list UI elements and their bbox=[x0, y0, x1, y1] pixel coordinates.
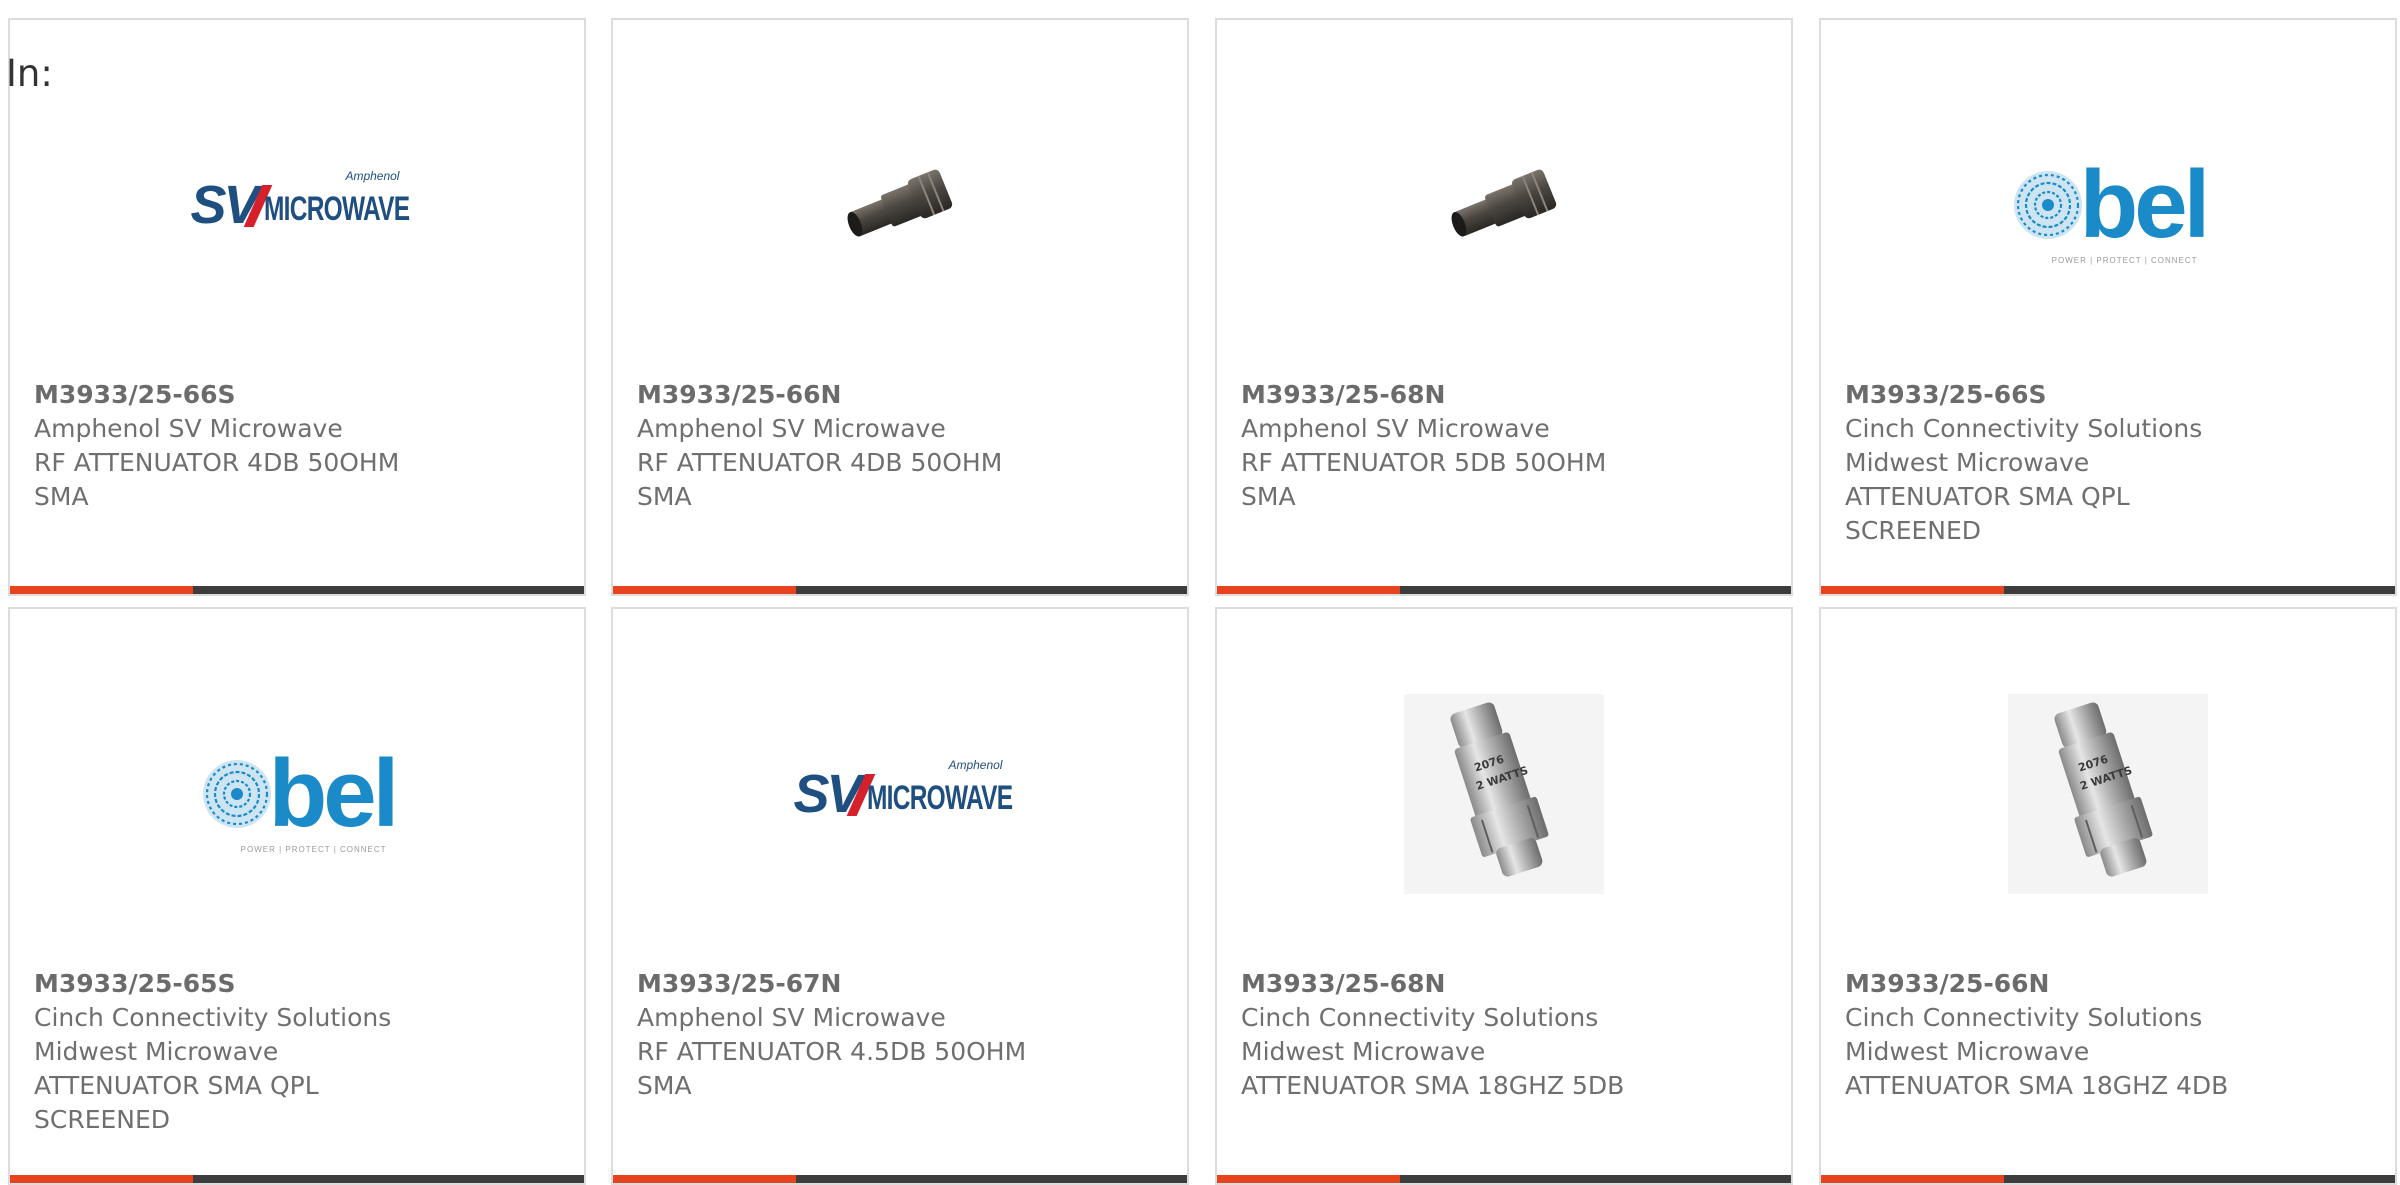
part-number[interactable]: M3933/25-65S bbox=[34, 967, 566, 1001]
product-image[interactable]: bel POWER | PROTECT | CONNECT bbox=[10, 669, 584, 919]
sub-manufacturer: Midwest Microwave bbox=[1845, 448, 2090, 477]
manufacturer: Cinch Connectivity Solutions bbox=[1241, 1003, 1599, 1032]
part-number[interactable]: M3933/25-67N bbox=[637, 967, 1169, 1001]
product-card[interactable]: 2076 2 WATTS M3933/25-68N Cinch Connecti… bbox=[1215, 607, 1793, 1185]
attenuator-steel-photo: 2076 2 WATTS bbox=[1404, 694, 1604, 894]
product-image[interactable]: bel POWER | PROTECT | CONNECT bbox=[1821, 80, 2395, 330]
bel-logo: bel POWER | PROTECT | CONNECT bbox=[199, 746, 399, 854]
description: RF ATTENUATOR 4.5DB 50OHM bbox=[637, 1037, 1027, 1066]
card-bar bbox=[1217, 1175, 1791, 1183]
product-card[interactable]: M3933/25-66N Amphenol SV Microwave RF AT… bbox=[611, 18, 1189, 596]
sv-microwave-logo: Amphenol SV MICROWAVE bbox=[190, 169, 410, 235]
part-number[interactable]: M3933/25-66N bbox=[637, 378, 1169, 412]
attenuator-steel-photo: 2076 2 WATTS bbox=[2008, 694, 2208, 894]
product-card[interactable]: bel POWER | PROTECT | CONNECT M3933/25-6… bbox=[8, 607, 586, 1185]
product-card[interactable]: Amphenol SV MICROWAVE M3933/25-66S Amphen… bbox=[8, 18, 586, 596]
description: RF ATTENUATOR 5DB 50OHM bbox=[1241, 448, 1607, 477]
part-number[interactable]: M3933/25-66S bbox=[34, 378, 566, 412]
part-number[interactable]: M3933/25-66S bbox=[1845, 378, 2377, 412]
card-bar bbox=[10, 586, 584, 594]
description: ATTENUATOR SMA QPL bbox=[34, 1071, 319, 1100]
description: SCREENED bbox=[1845, 516, 1982, 545]
part-number[interactable]: M3933/25-68N bbox=[1241, 378, 1773, 412]
product-image[interactable]: 2076 2 WATTS bbox=[1217, 669, 1791, 919]
description: ATTENUATOR SMA QPL bbox=[1845, 482, 2130, 511]
description: SMA bbox=[637, 482, 692, 511]
sv-microwave-logo: Amphenol SV MICROWAVE bbox=[793, 758, 1013, 824]
card-bar bbox=[1217, 586, 1791, 594]
manufacturer: Cinch Connectivity Solutions bbox=[1845, 414, 2203, 443]
section-label: In: bbox=[6, 52, 53, 95]
description: ATTENUATOR SMA 18GHZ 4DB bbox=[1845, 1071, 2229, 1100]
product-image[interactable]: 2076 2 WATTS bbox=[1821, 669, 2395, 919]
product-image[interactable] bbox=[613, 80, 1187, 330]
manufacturer: Cinch Connectivity Solutions bbox=[34, 1003, 392, 1032]
attenuator-dark-photo bbox=[847, 169, 953, 237]
manufacturer: Cinch Connectivity Solutions bbox=[1845, 1003, 2203, 1032]
product-image[interactable]: Amphenol SV MICROWAVE bbox=[613, 669, 1187, 919]
manufacturer: Amphenol SV Microwave bbox=[637, 1003, 946, 1032]
card-bar bbox=[1821, 1175, 2395, 1183]
card-bar bbox=[613, 1175, 1187, 1183]
part-number[interactable]: M3933/25-68N bbox=[1241, 967, 1773, 1001]
card-bar bbox=[1821, 586, 2395, 594]
manufacturer: Amphenol SV Microwave bbox=[637, 414, 946, 443]
bel-logo: bel POWER | PROTECT | CONNECT bbox=[2010, 157, 2210, 265]
sub-manufacturer: Midwest Microwave bbox=[34, 1037, 279, 1066]
sub-manufacturer: Midwest Microwave bbox=[1845, 1037, 2090, 1066]
product-card[interactable]: bel POWER | PROTECT | CONNECT M3933/25-6… bbox=[1819, 18, 2397, 596]
card-bar bbox=[10, 1175, 584, 1183]
description: SMA bbox=[637, 1071, 692, 1100]
description: SCREENED bbox=[34, 1105, 171, 1134]
attenuator-dark-photo bbox=[1451, 169, 1557, 237]
sub-manufacturer: Midwest Microwave bbox=[1241, 1037, 1486, 1066]
manufacturer: Amphenol SV Microwave bbox=[1241, 414, 1550, 443]
product-image[interactable] bbox=[1217, 80, 1791, 330]
description: SMA bbox=[34, 482, 89, 511]
manufacturer: Amphenol SV Microwave bbox=[34, 414, 343, 443]
card-bar bbox=[613, 586, 1187, 594]
product-image[interactable]: Amphenol SV MICROWAVE bbox=[10, 80, 584, 330]
product-card[interactable]: 2076 2 WATTS M3933/25-66N Cinch Connecti… bbox=[1819, 607, 2397, 1185]
description: RF ATTENUATOR 4DB 50OHM bbox=[34, 448, 400, 477]
description: SMA bbox=[1241, 482, 1296, 511]
product-card[interactable]: Amphenol SV MICROWAVE M3933/25-67N Amphen… bbox=[611, 607, 1189, 1185]
part-number[interactable]: M3933/25-66N bbox=[1845, 967, 2377, 1001]
description: RF ATTENUATOR 4DB 50OHM bbox=[637, 448, 1003, 477]
product-card[interactable]: M3933/25-68N Amphenol SV Microwave RF AT… bbox=[1215, 18, 1793, 596]
description: ATTENUATOR SMA 18GHZ 5DB bbox=[1241, 1071, 1625, 1100]
